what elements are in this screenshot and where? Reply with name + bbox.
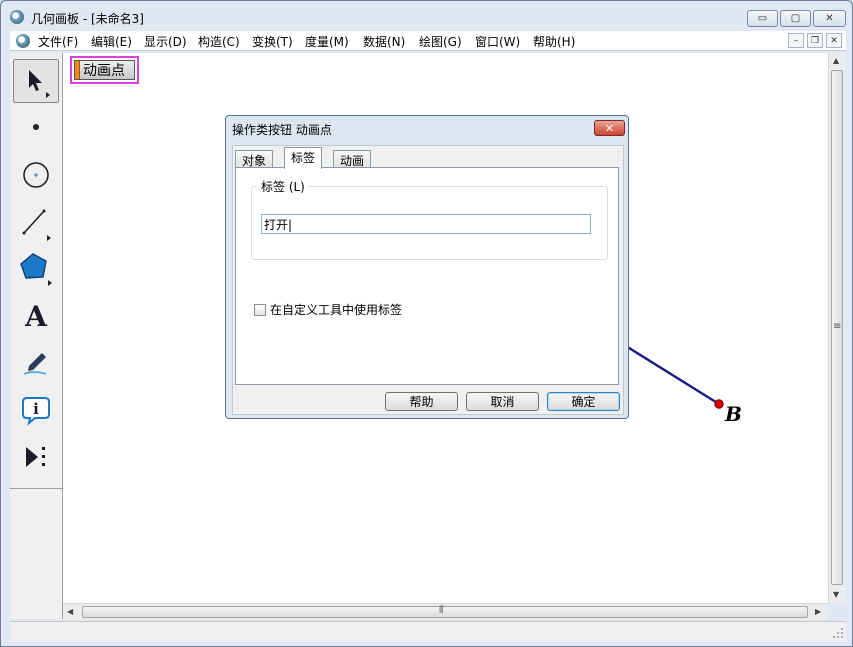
animate-point-action-button[interactable]: 动画点 — [70, 56, 139, 84]
custom-tool[interactable] — [13, 435, 59, 479]
resize-grip-icon[interactable] — [832, 627, 844, 639]
tab-animation[interactable]: 动画 — [333, 150, 372, 168]
minimize-icon: – — [793, 35, 799, 46]
label-text-input[interactable] — [261, 214, 591, 234]
title-bar: 几何画板 - [未命名3] ▭ ▢ ✕ — [1, 1, 852, 31]
menu-display[interactable]: 显示(D) — [144, 33, 187, 50]
compass-circle-icon — [23, 162, 49, 188]
label-group-legend: 标签 (L) — [258, 178, 308, 195]
menu-help[interactable]: 帮助(H) — [533, 33, 575, 50]
action-button-label: 动画点 — [83, 63, 125, 79]
dialog-title: 操作类按钮 动画点 — [232, 123, 332, 137]
document-icon[interactable] — [16, 34, 30, 48]
text-a-icon: A — [25, 299, 47, 333]
dialog-body: 对象 标签 动画 标签 (L) 在自定义工具中使用标签 帮助 取消 确定 — [232, 145, 624, 415]
tab-label[interactable]: 标签 — [284, 147, 323, 169]
scroll-left-icon[interactable]: ◀ — [67, 607, 73, 616]
menu-edit[interactable]: 编辑(E) — [91, 33, 132, 50]
horizontal-scrollbar[interactable]: ◀ ⦀ ▶ — [63, 603, 828, 620]
action-button-face: 动画点 — [74, 60, 135, 80]
maximize-icon: ▢ — [790, 13, 801, 24]
vertical-scrollbar[interactable]: ▲ ≡ ▼ — [828, 53, 845, 603]
grip-icon: ≡ — [833, 321, 842, 332]
arrow-select-tool[interactable] — [13, 59, 59, 103]
mdi-minimize-button[interactable]: – — [788, 33, 804, 48]
window-title: 几何画板 - [未命名3] — [31, 12, 144, 26]
scroll-right-icon[interactable]: ▶ — [815, 607, 821, 616]
menu-window[interactable]: 窗口(W) — [475, 33, 520, 50]
grip-icon: ⦀ — [439, 605, 444, 616]
info-icon: i — [22, 397, 50, 426]
close-icon: ✕ — [825, 13, 834, 24]
close-icon: ✕ — [604, 121, 615, 135]
maximize-button[interactable]: ▢ — [780, 10, 811, 27]
horizontal-scroll-thumb[interactable]: ⦀ — [82, 605, 808, 618]
label-tab-panel: 标签 (L) 在自定义工具中使用标签 — [235, 167, 619, 385]
dialog-close-button[interactable]: ✕ — [594, 120, 625, 136]
line-segment-icon — [22, 209, 51, 241]
text-tool[interactable]: A — [13, 294, 59, 338]
marker-tool[interactable] — [13, 340, 59, 384]
straightedge-tool[interactable] — [13, 201, 59, 245]
app-window: 几何画板 - [未命名3] ▭ ▢ ✕ 文件(F) 编辑(E) 显示(D) 构造… — [0, 0, 853, 647]
custom-tool-play-icon — [26, 447, 45, 467]
menu-graph[interactable]: 绘图(G) — [419, 33, 462, 50]
arrow-select-icon — [29, 70, 50, 98]
custom-tool-label-checkbox-row[interactable]: 在自定义工具中使用标签 — [254, 301, 402, 318]
menu-construct[interactable]: 构造(C) — [198, 33, 240, 50]
mdi-close-button[interactable]: ✕ — [826, 33, 842, 48]
app-logo-icon — [10, 10, 24, 24]
status-bar — [10, 621, 846, 641]
menu-transform[interactable]: 变换(T) — [252, 33, 293, 50]
toolbox-divider — [10, 488, 63, 489]
label-groupbox: 标签 (L) — [251, 178, 608, 260]
marker-pen-icon — [23, 353, 47, 375]
menu-file[interactable]: 文件(F) — [38, 33, 78, 50]
menu-bar: 文件(F) 编辑(E) 显示(D) 构造(C) 变换(T) 度量(M) 数据(N… — [10, 31, 846, 51]
menu-measure[interactable]: 度量(M) — [305, 33, 349, 50]
minimize-icon: ▭ — [757, 13, 768, 24]
compass-tool[interactable] — [13, 153, 59, 197]
vertical-scroll-thumb[interactable]: ≡ — [831, 70, 843, 585]
tab-object[interactable]: 对象 — [235, 150, 274, 168]
custom-tool-label-checkbox-label: 在自定义工具中使用标签 — [270, 303, 403, 317]
mdi-restore-button[interactable]: ❐ — [807, 33, 823, 48]
polygon-icon — [20, 253, 52, 286]
point-b-label[interactable]: B — [725, 402, 742, 426]
point-tool[interactable] — [13, 105, 59, 149]
toolbox: A i — [10, 53, 63, 619]
information-tool[interactable]: i — [13, 387, 59, 431]
scroll-up-icon[interactable]: ▲ — [833, 56, 839, 65]
help-button[interactable]: 帮助 — [385, 392, 458, 411]
close-icon: ✕ — [830, 35, 838, 46]
action-button-properties-dialog: 操作类按钮 动画点 ✕ 对象 标签 动画 标签 (L) 在自定义工具中使用标签 … — [225, 115, 629, 419]
svg-text:i: i — [33, 400, 39, 418]
restore-icon: ❐ — [810, 35, 820, 46]
point-icon — [33, 124, 39, 130]
polygon-tool[interactable] — [13, 247, 59, 291]
close-button[interactable]: ✕ — [813, 10, 846, 27]
minimize-button[interactable]: ▭ — [747, 10, 778, 27]
menu-data[interactable]: 数据(N) — [363, 33, 405, 50]
point-b[interactable] — [714, 399, 724, 409]
custom-tool-label-checkbox[interactable] — [254, 303, 266, 316]
cancel-button[interactable]: 取消 — [466, 392, 539, 411]
scroll-down-icon[interactable]: ▼ — [833, 590, 839, 599]
ok-button[interactable]: 确定 — [547, 392, 620, 411]
